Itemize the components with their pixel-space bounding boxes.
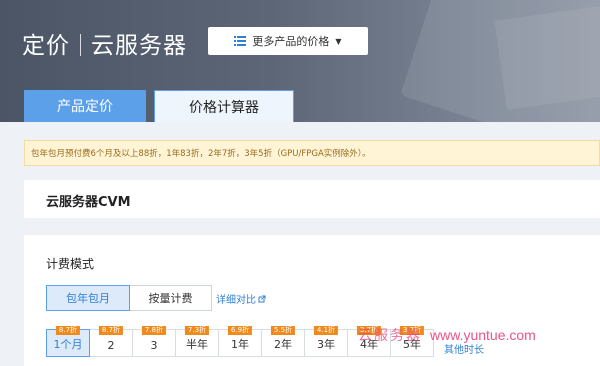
caret-down-icon: ▼ bbox=[335, 36, 342, 46]
discount-badge: 3.7折 bbox=[399, 326, 425, 335]
duration-label: 2 bbox=[107, 339, 115, 352]
discount-badge: 7.3折 bbox=[184, 326, 210, 335]
billing-mode-label: 计费模式 bbox=[46, 257, 95, 271]
billing-section: 计费模式 包年包月 按量计费 详细对比 8.7折 1个月 8.7折 2 7.8折… bbox=[24, 235, 600, 366]
duration-option[interactable]: 4.1折 3年 bbox=[304, 326, 348, 357]
product-name: 云服务器CVM bbox=[46, 195, 131, 210]
discount-badge: 4.1折 bbox=[313, 326, 339, 335]
discount-badge: 6.9折 bbox=[227, 326, 253, 335]
duration-label: 3年 bbox=[317, 338, 335, 351]
duration-option[interactable]: 8.7折 2 bbox=[89, 326, 133, 357]
compare-link-label: 详细对比 bbox=[216, 295, 256, 306]
more-products-dropdown[interactable]: 更多产品的价格 ▼ bbox=[208, 27, 368, 55]
hero-banner: 定价 云服务器 更多产品的价格 ▼ 产品定价 价格计算器 bbox=[0, 0, 600, 122]
discount-badge: 8.7折 bbox=[98, 326, 124, 335]
duration-label: 3 bbox=[150, 339, 158, 352]
list-icon bbox=[234, 36, 247, 46]
title-divider bbox=[80, 34, 81, 56]
duration-label: 1个月 bbox=[53, 338, 83, 351]
tab-product-pricing[interactable]: 产品定价 bbox=[24, 90, 146, 122]
duration-option[interactable]: 7.8折 3 bbox=[132, 326, 176, 357]
discount-badge: 7.8折 bbox=[141, 326, 167, 335]
tab-price-calculator[interactable]: 价格计算器 bbox=[154, 90, 294, 122]
duration-label: 5年 bbox=[403, 338, 421, 351]
external-link-icon bbox=[258, 295, 266, 302]
duration-option[interactable]: 7.3折 半年 bbox=[175, 326, 219, 357]
discount-badge: 8.7折 bbox=[55, 326, 81, 335]
duration-option[interactable]: 8.7折 1个月 bbox=[46, 326, 90, 357]
duration-label: 1年 bbox=[231, 338, 249, 351]
discount-badge: 3.7折 bbox=[356, 326, 382, 335]
duration-options: 8.7折 1个月 8.7折 2 7.8折 3 7.3折 半年 6.9折 1年 5… bbox=[46, 326, 434, 357]
duration-option[interactable]: 5.5折 2年 bbox=[261, 326, 305, 357]
page-title-main: 定价 bbox=[22, 33, 70, 59]
page-title: 定价 云服务器 bbox=[22, 26, 187, 60]
duration-label: 半年 bbox=[186, 338, 208, 351]
duration-label: 4年 bbox=[360, 338, 378, 351]
duration-option[interactable]: 3.7折 4年 bbox=[347, 326, 391, 357]
other-durations-link[interactable]: 其他时长 bbox=[444, 341, 484, 356]
page-title-sub: 云服务器 bbox=[91, 33, 187, 59]
billing-mode-usage[interactable]: 按量计费 bbox=[130, 285, 212, 311]
more-products-label: 更多产品的价格 bbox=[252, 35, 330, 48]
billing-mode-yearly[interactable]: 包年包月 bbox=[46, 285, 130, 311]
duration-option[interactable]: 6.9折 1年 bbox=[218, 326, 262, 357]
discount-badge: 5.5折 bbox=[270, 326, 296, 335]
discount-notice: 包年包月预付费6个月及以上88折，1年83折，2年7折，3年5折（GPU/FPG… bbox=[24, 140, 600, 166]
duration-label: 2年 bbox=[274, 338, 292, 351]
duration-option[interactable]: 3.7折 5年 bbox=[390, 326, 434, 357]
product-card: 云服务器CVM bbox=[24, 180, 600, 218]
compare-link[interactable]: 详细对比 bbox=[216, 291, 266, 306]
